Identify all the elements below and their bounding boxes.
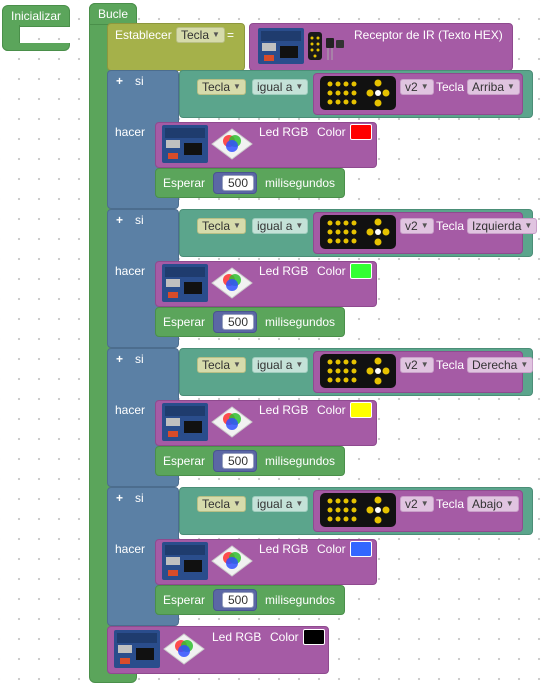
- remote-tecla-label: Tecla: [436, 497, 465, 511]
- remote-key-dropdown[interactable]: Abajo ▼: [467, 496, 519, 512]
- chevron-down-icon: ▼: [212, 30, 220, 39]
- ir-remote-icon: [320, 354, 396, 388]
- wait-unit-label: milisegundos: [265, 454, 336, 468]
- compare-variable-dropdown[interactable]: Tecla ▼: [197, 496, 246, 512]
- operator-dropdown[interactable]: igual a ▼: [252, 496, 309, 512]
- init-label: Inicializar: [11, 9, 62, 23]
- wait-ms-input[interactable]: 500: [222, 453, 255, 469]
- if-hacer-label: hacer: [115, 264, 146, 278]
- if-si-label: si: [135, 491, 144, 505]
- chevron-down-icon: ▼: [295, 221, 304, 230]
- ir-receiver-board-icon: [258, 28, 344, 64]
- remote-tecla-label: Tecla: [436, 219, 465, 233]
- led-rgb-label: Led RGB: [259, 264, 309, 278]
- led-rgb-board-icon: [162, 264, 253, 302]
- chevron-down-icon: ▼: [233, 82, 241, 91]
- wait-ms-input[interactable]: 500: [222, 175, 255, 191]
- operator-dropdown[interactable]: igual a ▼: [252, 79, 309, 95]
- chevron-down-icon: ▼: [295, 499, 304, 508]
- loop-label: Bucle: [98, 7, 129, 21]
- led-rgb-label: Led RGB: [259, 125, 309, 139]
- wait-label: Esperar: [163, 454, 206, 468]
- if-hacer-label: hacer: [115, 542, 146, 556]
- init-block[interactable]: Inicializar: [2, 5, 70, 51]
- chevron-down-icon: ▼: [420, 221, 429, 230]
- chevron-down-icon: ▼: [295, 82, 304, 91]
- final-color-swatch[interactable]: [303, 629, 325, 645]
- plus-icon[interactable]: +: [116, 491, 123, 505]
- plus-icon[interactable]: +: [116, 74, 123, 88]
- operator-dropdown[interactable]: igual a ▼: [252, 218, 309, 234]
- set-label: Establecer: [115, 28, 172, 42]
- led-color-swatch[interactable]: [350, 263, 372, 279]
- remote-version-dropdown[interactable]: v2 ▼: [400, 79, 434, 95]
- wait-ms-input[interactable]: 500: [222, 592, 255, 608]
- wait-unit-label: milisegundos: [265, 315, 336, 329]
- if-si-label: si: [135, 213, 144, 227]
- led-rgb-label: Led RGB: [259, 403, 309, 417]
- wait-label: Esperar: [163, 593, 206, 607]
- led-color-label: Color: [317, 542, 346, 556]
- final-color-label: Color: [270, 630, 299, 644]
- led-rgb-board-icon: [162, 125, 253, 163]
- chevron-down-icon: ▼: [233, 499, 241, 508]
- wait-ms-input[interactable]: 500: [222, 314, 255, 330]
- chevron-down-icon: ▼: [233, 221, 241, 230]
- remote-version-dropdown[interactable]: v2 ▼: [400, 496, 434, 512]
- led-color-label: Color: [317, 264, 346, 278]
- compare-variable-dropdown[interactable]: Tecla ▼: [197, 218, 246, 234]
- set-variable-dropdown[interactable]: Tecla ▼: [176, 27, 225, 43]
- chevron-down-icon: ▼: [295, 360, 304, 369]
- remote-key-dropdown[interactable]: Arriba ▼: [467, 79, 520, 95]
- led-rgb-board-icon: [162, 403, 253, 441]
- remote-version-dropdown[interactable]: v2 ▼: [400, 357, 434, 373]
- led-rgb-label: Led RGB: [259, 542, 309, 556]
- chevron-down-icon: ▼: [524, 221, 533, 230]
- led-color-label: Color: [317, 403, 346, 417]
- ir-remote-icon: [320, 76, 396, 110]
- chevron-down-icon: ▼: [505, 499, 514, 508]
- plus-icon[interactable]: +: [116, 352, 123, 366]
- ir-remote-icon: [320, 215, 396, 249]
- wait-unit-label: milisegundos: [265, 593, 336, 607]
- equals-sign: =: [227, 28, 235, 42]
- final-led-label: Led RGB: [212, 630, 262, 644]
- compare-variable-dropdown[interactable]: Tecla ▼: [197, 357, 246, 373]
- remote-tecla-label: Tecla: [436, 358, 465, 372]
- remote-key-dropdown[interactable]: Izquierda ▼: [467, 218, 538, 234]
- chevron-down-icon: ▼: [420, 499, 429, 508]
- ir-remote-icon: [320, 493, 396, 527]
- led-color-swatch[interactable]: [350, 124, 372, 140]
- if-si-label: si: [135, 74, 144, 88]
- chevron-down-icon: ▼: [507, 82, 515, 91]
- if-hacer-label: hacer: [115, 125, 146, 139]
- led-rgb-board-icon: [162, 542, 253, 580]
- if-hacer-label: hacer: [115, 403, 146, 417]
- led-color-swatch[interactable]: [350, 541, 372, 557]
- if-si-label: si: [135, 352, 144, 366]
- wait-unit-label: milisegundos: [265, 176, 336, 190]
- chevron-down-icon: ▼: [420, 82, 429, 91]
- chevron-down-icon: ▼: [520, 360, 529, 369]
- remote-version-dropdown[interactable]: v2 ▼: [400, 218, 434, 234]
- remote-tecla-label: Tecla: [436, 80, 465, 94]
- led-color-swatch[interactable]: [350, 402, 372, 418]
- operator-dropdown[interactable]: igual a ▼: [252, 357, 309, 373]
- wait-label: Esperar: [163, 315, 206, 329]
- led-rgb-board-icon: [114, 630, 205, 668]
- compare-variable-dropdown[interactable]: Tecla ▼: [197, 79, 246, 95]
- chevron-down-icon: ▼: [233, 360, 241, 369]
- chevron-down-icon: ▼: [420, 360, 429, 369]
- ir-receiver-label: Receptor de IR (Texto HEX): [354, 28, 503, 42]
- wait-label: Esperar: [163, 176, 206, 190]
- led-color-label: Color: [317, 125, 346, 139]
- remote-key-dropdown[interactable]: Derecha ▼: [467, 357, 534, 373]
- plus-icon[interactable]: +: [116, 213, 123, 227]
